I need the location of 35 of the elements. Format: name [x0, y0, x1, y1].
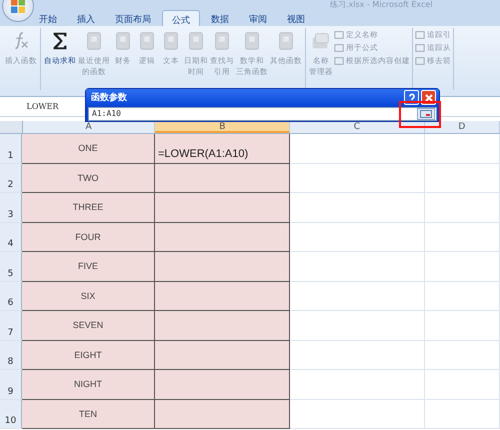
row-header[interactable]: 4 — [0, 222, 22, 251]
ribbon-tab[interactable]: 审阅 — [240, 10, 276, 26]
table-cell: TWO — [22, 164, 155, 193]
ribbon-tab[interactable]: 页面布局 — [106, 10, 160, 26]
question-mark-icon — [406, 92, 416, 102]
row-header[interactable]: 9 — [0, 370, 22, 398]
close-icon — [424, 92, 434, 102]
row-header[interactable]: 6 — [0, 282, 22, 310]
window-title: 练习.xlsx - Microsoft Excel — [330, 0, 433, 10]
table-cell: SEVEN — [22, 311, 155, 340]
table-cell: EIGHT — [22, 340, 155, 370]
row-header[interactable]: 2 — [0, 164, 22, 192]
row-header[interactable]: 5 — [0, 252, 22, 280]
row-header[interactable]: 8 — [0, 340, 22, 369]
column-header[interactable]: B — [155, 121, 290, 133]
row-header[interactable]: 10 — [0, 400, 22, 428]
table-cell: THREE — [22, 193, 155, 222]
table-cell: ONE — [22, 134, 155, 164]
table-cell: FOUR — [22, 222, 155, 252]
ribbon-tab[interactable]: 视图 — [278, 10, 314, 26]
row-header[interactable]: 7 — [0, 311, 22, 340]
row-header[interactable]: 3 — [0, 193, 22, 222]
ribbon-tab[interactable]: 数据 — [202, 10, 238, 26]
ribbon-tab[interactable]: 开始 — [30, 10, 66, 26]
table-cell: =LOWER(A1:A10) — [155, 134, 290, 164]
table-cell: NIGHT — [22, 370, 155, 400]
table-cell: TEN — [22, 400, 155, 429]
row-header[interactable]: 1 — [0, 134, 22, 162]
name-box[interactable]: LOWER — [0, 99, 85, 115]
ribbon-tab[interactable]: 公式 — [162, 10, 200, 26]
table-cell: FIVE — [22, 252, 155, 282]
ribbon-tab[interactable]: 插入 — [68, 10, 104, 26]
table-cell: SIX — [22, 282, 155, 311]
dialog-title: 函数参数 — [91, 91, 128, 104]
logo — [11, 0, 25, 13]
